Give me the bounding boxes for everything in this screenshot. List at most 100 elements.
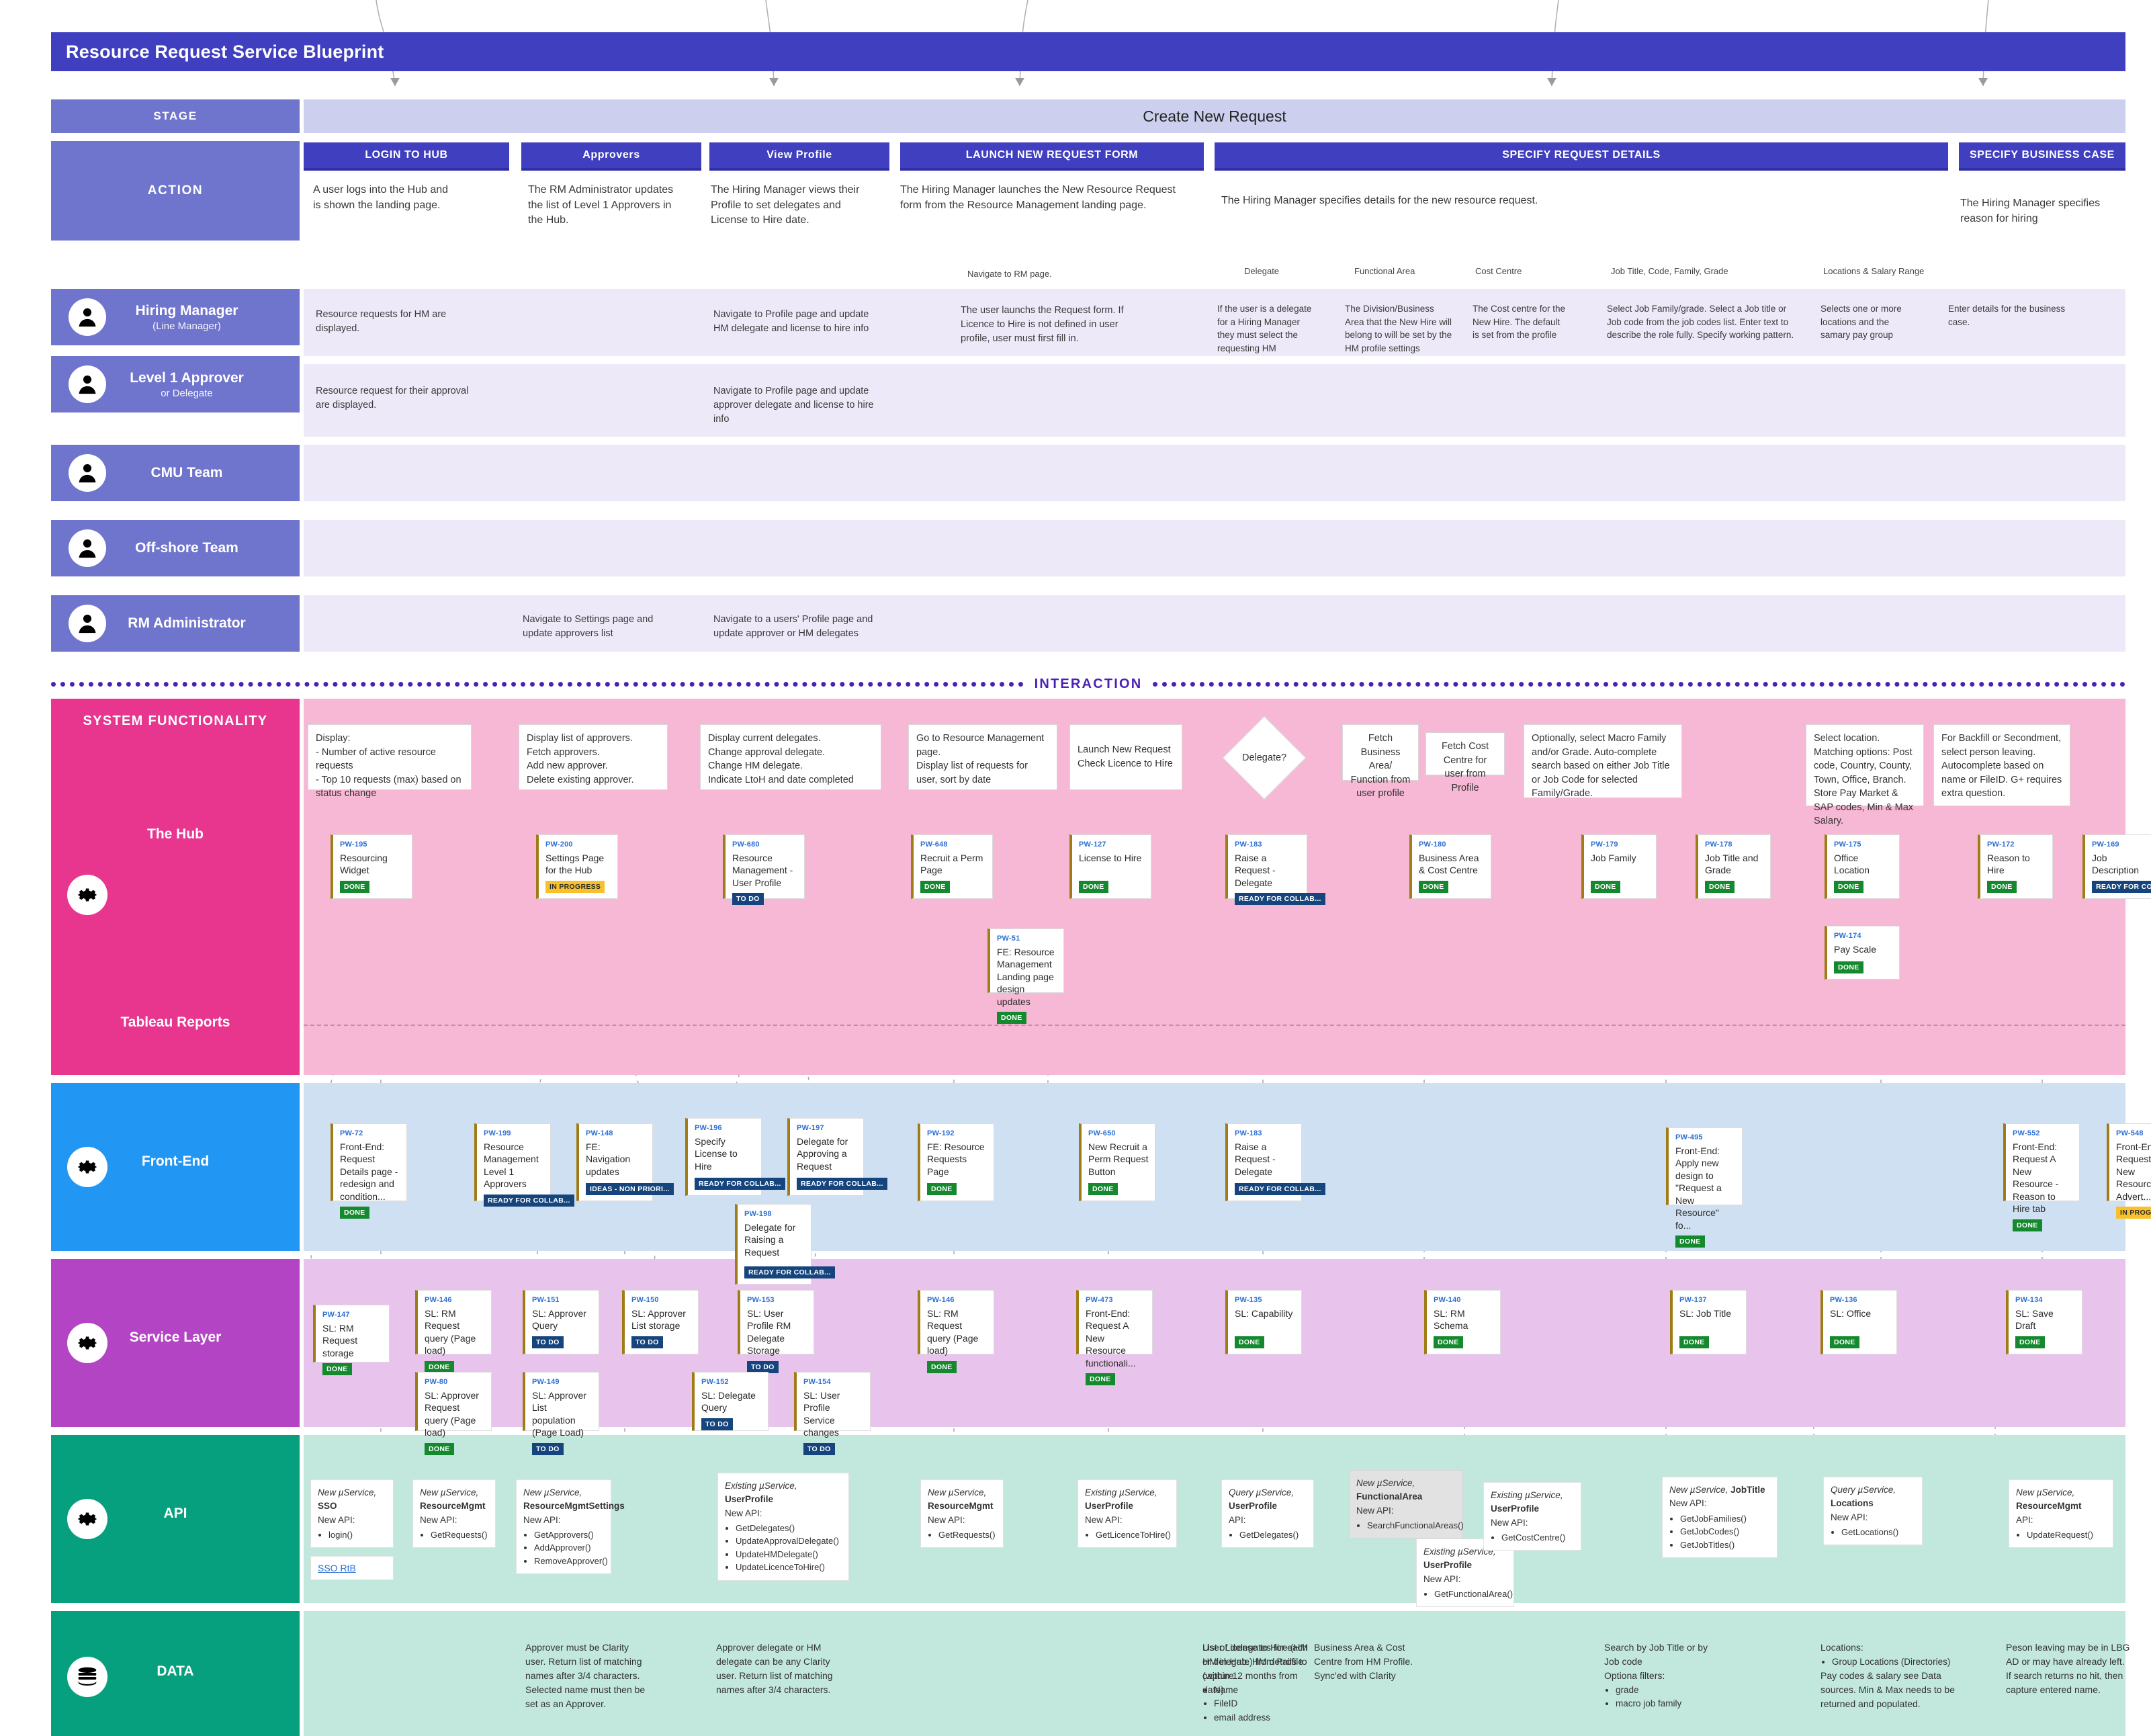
sl-card-pw-150[interactable]: PW-150 SL: Approver List storage TO DO: [622, 1290, 699, 1354]
api-method: GetApprovers(): [534, 1528, 604, 1542]
api-name: ResourceMgmtSettings: [523, 1501, 625, 1512]
card-key: PW-146: [425, 1296, 452, 1304]
fe-card-pw-198[interactable]: PW-198 Delegate for Raising a Request RE…: [735, 1204, 835, 1285]
sl-card-pw-134[interactable]: PW-134 SL: Save Draft DONE: [2006, 1290, 2082, 1354]
jira-card-pw-648[interactable]: PW-648 Recruit a Perm Page DONE: [911, 834, 993, 899]
api-method: SearchFunctionalAreas(): [1367, 1519, 1464, 1532]
fe-card-pw-650[interactable]: PW-650 New Recruit a Perm Request Button…: [1079, 1123, 1155, 1201]
fe-card-pw-552[interactable]: PW-552 Front-End: Request A New Resource…: [2003, 1123, 2080, 1231]
status-badge: TO DO: [803, 1442, 835, 1455]
action-step-launch-new-request-form[interactable]: LAUNCH NEW REQUEST FORM: [900, 142, 1204, 171]
status-badge: IDEAS - NON PRIORI...: [586, 1183, 674, 1195]
jira-card-pw-127[interactable]: PW-127 License to Hire DONE: [1069, 834, 1151, 899]
status-badge: DONE: [1079, 881, 1108, 893]
jira-card-pw-680[interactable]: PW-680 Resource Management - User Profil…: [723, 834, 805, 906]
api-box-userprofile-delegates: Existing µService, UserProfile New API: …: [717, 1473, 849, 1581]
jira-card-pw-183-hub[interactable]: PW-183 Raise a Request - Delegate READY …: [1225, 834, 1325, 906]
sl-card-pw-152[interactable]: PW-152 SL: Delegate Query TO DO: [692, 1372, 769, 1431]
action-step-view-profile[interactable]: View Profile: [709, 142, 889, 171]
sl-card-pw-473[interactable]: PW-473 Front-End: Request A New Resource…: [1076, 1290, 1153, 1386]
card-key: PW-137: [1679, 1296, 1707, 1304]
sysfunc-note-6: Fetch Business Area/ Function from user …: [1342, 724, 1419, 799]
fe-card-pw-548[interactable]: PW-548 Front-End: Request A New Resource…: [2107, 1123, 2151, 1219]
fe-card-pw-199[interactable]: PW-199 Resource Management Level 1 Appro…: [474, 1123, 574, 1207]
sso-rtb-link[interactable]: SSO RtB: [318, 1563, 356, 1573]
data-bullet: macro job family: [1616, 1697, 1722, 1710]
jira-card-pw-180[interactable]: PW-180 Business Area & Cost Centre DONE: [1409, 834, 1491, 899]
jira-card-pw-178[interactable]: PW-178 Job Title and Grade DONE: [1696, 834, 1771, 899]
jira-card-pw-175[interactable]: PW-175 Office Location DONE: [1825, 834, 1900, 899]
fe-card-pw-192[interactable]: PW-192 FE: Resource Requests Page DONE: [918, 1123, 994, 1201]
card-title: SL: Approver Request query (Page load): [425, 1390, 479, 1438]
card-key: PW-151: [532, 1296, 560, 1304]
sl-card-pw-147[interactable]: PW-147 SL: RM Request storage DONE: [313, 1305, 390, 1376]
jira-card-pw-200[interactable]: PW-200 Settings Page for the Hub IN PROG…: [536, 834, 618, 899]
role-label-level-1-approver: Level 1 Approver or Delegate: [51, 356, 300, 413]
fe-card-pw-72[interactable]: PW-72 Front-End: Request Details page - …: [331, 1123, 407, 1219]
jira-card-pw-172[interactable]: PW-172 Reason to Hire DONE: [1978, 834, 2053, 899]
page-title: Resource Request Service Blueprint: [51, 32, 2125, 71]
status-badge: TO DO: [701, 1418, 733, 1430]
sl-card-pw-146a[interactable]: PW-146 SL: RM Request query (Page load) …: [415, 1290, 492, 1373]
api-name: JobTitle: [1730, 1485, 1765, 1495]
status-badge: READY FOR COLLAB...: [2092, 881, 2151, 893]
api-lead: Existing µService,: [1491, 1490, 1563, 1500]
sl-card-pw-80[interactable]: PW-80 SL: Approver Request query (Page l…: [415, 1372, 492, 1455]
card-title: Raise a Request - Delegate: [1235, 1141, 1276, 1177]
card-key: PW-51: [997, 935, 1020, 943]
card-key: PW-178: [1705, 840, 1732, 849]
sl-card-pw-149[interactable]: PW-149 SL: Approver List population (Pag…: [523, 1372, 599, 1455]
card-key: PW-135: [1235, 1296, 1262, 1304]
sso-rtb-link-box[interactable]: SSO RtB: [310, 1556, 394, 1580]
data-block: DATA: [51, 1611, 300, 1736]
hm-note-3: The user launchs the Request form. If Li…: [961, 305, 1124, 345]
card-key: PW-552: [2013, 1129, 2040, 1137]
sl-card-pw-136[interactable]: PW-136 SL: Office DONE: [1820, 1290, 1897, 1354]
role-label-cmu-team: CMU Team: [51, 445, 300, 501]
status-badge: DONE: [920, 881, 950, 893]
fe-card-pw-495[interactable]: PW-495 Front-End: Apply new design to "R…: [1666, 1127, 1743, 1248]
person-icon: [69, 298, 106, 336]
fe-card-pw-183[interactable]: PW-183 Raise a Request - Delegate READY …: [1225, 1123, 1325, 1201]
card-key: PW-169: [2092, 840, 2119, 849]
action-step-specify-business-case[interactable]: SPECIFY BUSINESS CASE: [1959, 142, 2125, 171]
jira-card-pw-51[interactable]: PW-51 FE: Resource Management Landing pa…: [987, 928, 1064, 1025]
fe-card-pw-197[interactable]: PW-197 Delegate for Approving a Request …: [787, 1118, 887, 1196]
card-title: Front-End: Request Details page - redesi…: [340, 1141, 398, 1202]
sl-card-pw-153[interactable]: PW-153 SL: User Profile RM Delegate Stor…: [738, 1290, 814, 1373]
api-method: GetJobTitles(): [1680, 1538, 1770, 1552]
status-badge: DONE: [2013, 1219, 2042, 1231]
card-key: PW-650: [1088, 1129, 1116, 1137]
sl-card-pw-135[interactable]: PW-135 SL: Capability DONE: [1225, 1290, 1302, 1354]
action-step-login-to-hub[interactable]: LOGIN TO HUB: [304, 142, 509, 171]
sl-card-pw-151[interactable]: PW-151 SL: Approver Query TO DO: [523, 1290, 599, 1354]
action-step-approvers[interactable]: Approvers: [521, 142, 701, 171]
sl-card-pw-140[interactable]: PW-140 SL: RM Schema DONE: [1424, 1290, 1501, 1354]
api-name: ResourceMgmt: [2016, 1501, 2082, 1512]
status-badge: TO DO: [532, 1442, 564, 1455]
sl-card-pw-137[interactable]: PW-137 SL: Job Title DONE: [1670, 1290, 1747, 1354]
rm-note-1: Navigate to Settings page and update app…: [523, 614, 654, 640]
jira-card-pw-179[interactable]: PW-179 Job Family DONE: [1581, 834, 1657, 899]
api-method: GetJobFamilies(): [1680, 1512, 1770, 1526]
card-key: PW-140: [1434, 1296, 1461, 1304]
field-label-delegate: Delegate: [1244, 266, 1280, 276]
jira-card-pw-169[interactable]: PW-169 Job Description READY FOR COLLAB.…: [2082, 834, 2151, 899]
api-box-resourcemgmtsettings: New µService, ResourceMgmtSettings New A…: [516, 1479, 625, 1575]
sysfunc-note-2: Display list of approvers. Fetch approve…: [519, 724, 668, 790]
sl-card-pw-146b[interactable]: PW-146 SL: RM Request query (Page load) …: [918, 1290, 994, 1373]
jira-card-pw-195[interactable]: PW-195 Resourcing Widget DONE: [331, 834, 412, 899]
api-lead: New µService,: [1669, 1485, 1728, 1495]
api-method: GetLocations(): [1841, 1526, 1915, 1539]
jira-card-pw-174[interactable]: PW-174 Pay Scale DONE: [1825, 926, 1900, 980]
fe-card-pw-148[interactable]: PW-148 FE: Navigation updates IDEAS - NO…: [576, 1123, 674, 1201]
api-label: New API:: [928, 1514, 965, 1525]
card-title: SL: Approver List storage: [631, 1308, 686, 1332]
api-label: API:: [2016, 1514, 2033, 1525]
data-note-4-text: List of delegates for each HM in Hub. HM…: [1202, 1642, 1308, 1681]
sysfunc-note-5: Launch New Request Check Licence to Hire: [1069, 724, 1182, 790]
fe-card-pw-196[interactable]: PW-196 Specify License to Hire READY FOR…: [685, 1118, 785, 1196]
action-step-specify-request-details[interactable]: SPECIFY REQUEST DETAILS: [1215, 142, 1948, 171]
sl-card-pw-154[interactable]: PW-154 SL: User Profile Service changes …: [794, 1372, 871, 1455]
api-label: New API:: [1085, 1514, 1123, 1525]
